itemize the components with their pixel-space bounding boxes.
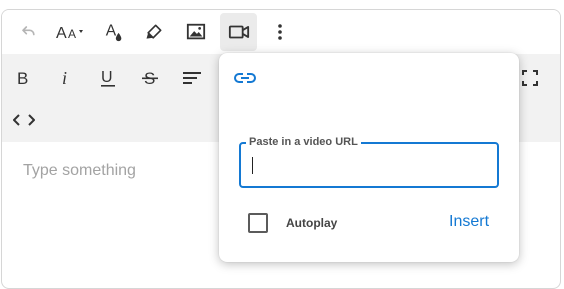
svg-text:A: A bbox=[106, 23, 117, 40]
underline-button[interactable]: U bbox=[90, 60, 126, 96]
italic-icon: i bbox=[60, 69, 72, 87]
code-view-button[interactable] bbox=[6, 102, 42, 138]
video-insert-popup: Paste in a video URL Autoplay Insert bbox=[219, 53, 519, 262]
bold-button[interactable]: B bbox=[6, 60, 42, 96]
undo-button[interactable] bbox=[10, 14, 46, 50]
code-view-icon bbox=[13, 113, 35, 127]
highlight-button[interactable] bbox=[136, 14, 172, 50]
italic-button[interactable]: i bbox=[48, 60, 84, 96]
video-icon bbox=[228, 23, 250, 41]
image-icon bbox=[185, 22, 207, 42]
svg-text:A: A bbox=[68, 27, 76, 41]
more-options-button[interactable] bbox=[262, 14, 298, 50]
strikethrough-icon: S bbox=[141, 68, 159, 88]
video-url-field[interactable]: Paste in a video URL bbox=[239, 135, 499, 188]
font-size-icon: A A bbox=[54, 22, 90, 42]
more-vertical-icon bbox=[277, 23, 283, 41]
svg-text:U: U bbox=[101, 69, 113, 86]
toolbar-row-1: A A A bbox=[2, 10, 560, 54]
align-button[interactable] bbox=[174, 60, 210, 96]
video-button[interactable] bbox=[220, 13, 257, 51]
link-icon bbox=[233, 71, 257, 90]
text-caret bbox=[252, 157, 253, 174]
svg-text:A: A bbox=[56, 25, 67, 42]
undo-icon bbox=[18, 22, 38, 42]
align-icon bbox=[182, 70, 202, 86]
image-button[interactable] bbox=[178, 14, 214, 50]
autoplay-label: Autoplay bbox=[286, 216, 338, 230]
video-url-input[interactable] bbox=[251, 155, 481, 175]
bold-icon: B bbox=[16, 69, 32, 87]
link-button[interactable] bbox=[233, 71, 257, 89]
fullscreen-icon bbox=[522, 70, 538, 86]
insert-button[interactable]: Insert bbox=[447, 211, 491, 233]
text-color-icon: A bbox=[103, 21, 125, 43]
svg-text:i: i bbox=[62, 69, 67, 87]
svg-text:B: B bbox=[17, 69, 28, 87]
strikethrough-button[interactable]: S bbox=[132, 60, 168, 96]
font-size-button[interactable]: A A bbox=[52, 14, 92, 50]
underline-icon: U bbox=[99, 68, 117, 88]
autoplay-checkbox[interactable] bbox=[248, 213, 268, 233]
video-url-label: Paste in a video URL bbox=[246, 135, 361, 149]
highlight-icon bbox=[144, 22, 164, 42]
text-color-button[interactable]: A bbox=[96, 14, 132, 50]
editor-placeholder[interactable]: Type something bbox=[23, 162, 136, 180]
